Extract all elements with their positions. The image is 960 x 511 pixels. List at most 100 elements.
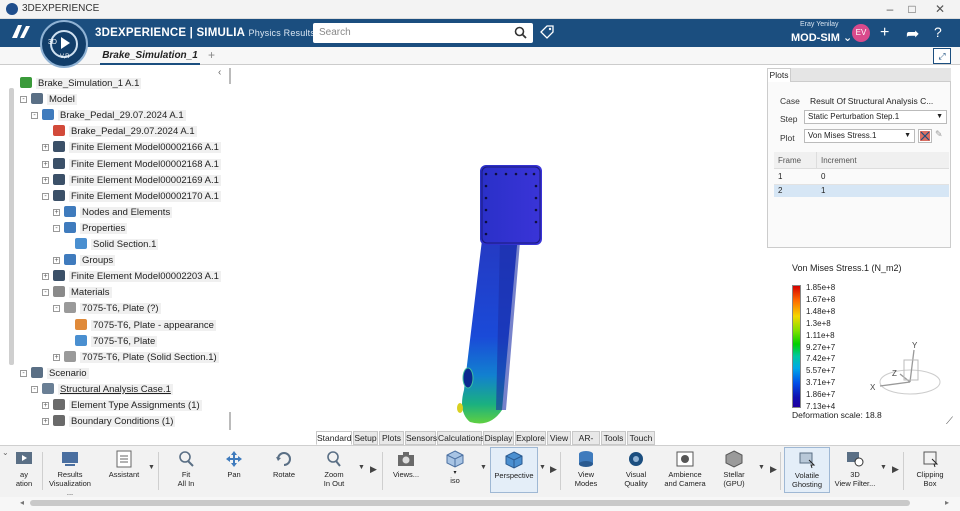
expand-node-icon[interactable]: + bbox=[42, 418, 49, 426]
expand-node-icon[interactable]: + bbox=[53, 257, 60, 265]
zoom-dropdown-icon[interactable]: ▼ bbox=[358, 464, 365, 471]
add-icon[interactable]: + bbox=[880, 24, 889, 42]
add-tab-button[interactable]: + bbox=[208, 48, 215, 62]
tab-sensors[interactable]: Sensors bbox=[405, 431, 437, 445]
plot-options-icon[interactable] bbox=[918, 129, 932, 143]
tab-standard[interactable]: Standard bbox=[316, 431, 352, 445]
tree-item[interactable]: 7075-T6, Plate (Solid Section.1) bbox=[64, 350, 219, 365]
collapse-node-icon[interactable]: - bbox=[31, 112, 38, 120]
pin-icon[interactable]: ⟋ bbox=[946, 416, 953, 427]
column-frame[interactable]: Frame bbox=[778, 156, 801, 165]
expand-icon[interactable]: ⤢ bbox=[933, 48, 951, 64]
share-icon[interactable]: ➦ bbox=[906, 24, 919, 44]
expand-node-icon[interactable]: + bbox=[42, 160, 49, 168]
tab-touch[interactable]: Touch bbox=[627, 431, 655, 445]
tab-view[interactable]: View bbox=[547, 431, 571, 445]
tree-item[interactable]: Boundary Conditions (1) bbox=[53, 414, 176, 429]
rotate-button[interactable]: Rotate bbox=[264, 447, 304, 493]
expand-group-icon[interactable]: ▶ bbox=[892, 464, 899, 475]
compass-widget[interactable]: 3D V,R bbox=[40, 20, 88, 68]
tree-item[interactable]: Solid Section.1 bbox=[75, 237, 159, 252]
table-row-selected[interactable]: 2 1 bbox=[774, 184, 949, 197]
toolbar-scrollbar-thumb[interactable] bbox=[30, 500, 910, 506]
tree-item[interactable]: Brake_Simulation_1 A.1 bbox=[20, 76, 142, 91]
view-modes-button[interactable]: View Modes bbox=[566, 447, 606, 493]
collapse-node-icon[interactable]: - bbox=[31, 385, 38, 393]
tree-item[interactable]: Model bbox=[31, 92, 77, 107]
iso-dropdown-arrow-icon[interactable]: ▼ bbox=[480, 464, 487, 471]
maximize-button[interactable]: □ bbox=[898, 1, 926, 18]
collapse-node-icon[interactable]: - bbox=[20, 96, 27, 104]
column-increment[interactable]: Increment bbox=[821, 156, 857, 165]
clipping-box-button[interactable]: Clipping Box bbox=[910, 447, 950, 493]
expand-node-icon[interactable]: + bbox=[53, 208, 60, 216]
tab-plots[interactable]: Plots bbox=[767, 68, 791, 82]
avatar[interactable]: EV bbox=[852, 24, 870, 42]
ambience-camera-button[interactable]: Ambience and Camera bbox=[662, 447, 708, 493]
fit-all-in-button[interactable]: Fit All In bbox=[166, 447, 206, 493]
tab-ar-vr[interactable]: AR-VR bbox=[572, 431, 600, 456]
assistant-dropdown-icon[interactable]: ▼ bbox=[148, 464, 155, 471]
tree-item[interactable]: Structural Analysis Case.1 bbox=[42, 382, 173, 397]
views-button[interactable]: Views... bbox=[388, 447, 424, 493]
collapse-node-icon[interactable]: - bbox=[53, 305, 60, 313]
stellar-gpu-button[interactable]: Stellar (GPU) bbox=[714, 447, 754, 493]
expand-node-icon[interactable]: + bbox=[42, 144, 49, 152]
scroll-right-icon[interactable]: ▸ bbox=[945, 498, 949, 507]
collapse-node-icon[interactable]: - bbox=[20, 369, 27, 377]
tree-item[interactable]: Groups bbox=[64, 253, 116, 268]
tree-item[interactable]: 7075-T6, Plate - appearance bbox=[75, 318, 216, 333]
edit-plot-icon[interactable]: ✎ bbox=[935, 129, 948, 143]
tree-item[interactable]: 7075-T6, Plate bbox=[75, 334, 158, 349]
tree-item[interactable]: Finite Element Model00002168 A.1 bbox=[53, 157, 221, 172]
tree-item[interactable]: Nodes and Elements bbox=[64, 205, 173, 220]
expand-group-icon[interactable]: ▶ bbox=[770, 464, 777, 475]
collapse-node-icon[interactable]: - bbox=[53, 224, 60, 232]
visual-quality-button[interactable]: Visual Quality bbox=[616, 447, 656, 493]
tab-plots[interactable]: Plots bbox=[379, 431, 404, 445]
expand-group-icon[interactable]: ▶ bbox=[370, 464, 377, 475]
play-simulation-button[interactable]: ay ation bbox=[10, 447, 38, 493]
tree-item[interactable]: Brake_Pedal_29.07.2024 A.1 bbox=[53, 124, 197, 139]
toolbar-collapse-icon[interactable]: ⌄ bbox=[2, 448, 9, 457]
tree-item[interactable]: Brake_Pedal_29.07.2024 A.1 bbox=[42, 108, 186, 123]
tab-explore[interactable]: Explore bbox=[515, 431, 546, 445]
step-select[interactable]: Static Perturbation Step.1 ▼ bbox=[804, 110, 947, 124]
expand-node-icon[interactable]: + bbox=[42, 176, 49, 184]
pan-button[interactable]: Pan bbox=[216, 447, 252, 493]
iso-view-button[interactable]: ▾ iso bbox=[438, 447, 472, 493]
tag-icon[interactable] bbox=[540, 25, 554, 42]
filter-dropdown-icon[interactable]: ▼ bbox=[880, 464, 887, 471]
tab-display[interactable]: Display bbox=[483, 431, 514, 445]
tree-item[interactable]: 7075-T6, Plate (?) bbox=[64, 301, 161, 316]
perspective-dropdown-icon[interactable]: ▼ bbox=[539, 464, 546, 471]
tree-item[interactable]: Properties bbox=[64, 221, 128, 236]
close-button[interactable]: ✕ bbox=[926, 1, 954, 18]
collab-space-dropdown[interactable]: MOD-SIM ⌄ bbox=[791, 31, 852, 44]
tree-item[interactable]: Finite Element Model00002170 A.1 bbox=[53, 189, 221, 204]
expand-node-icon[interactable]: + bbox=[42, 273, 49, 281]
search-input[interactable]: Search bbox=[313, 23, 533, 43]
perspective-button[interactable]: Perspective bbox=[490, 447, 538, 493]
expand-node-icon[interactable]: + bbox=[53, 353, 60, 361]
stellar-dropdown-icon[interactable]: ▼ bbox=[758, 464, 765, 471]
ds-logo-icon[interactable] bbox=[10, 23, 32, 45]
tree-item[interactable]: Finite Element Model00002166 A.1 bbox=[53, 140, 221, 155]
tree-item[interactable]: Finite Element Model00002203 A.1 bbox=[53, 269, 221, 284]
axis-triad[interactable]: Y X Z bbox=[868, 340, 948, 403]
tree-item[interactable]: Element Type Assignments (1) bbox=[53, 398, 202, 413]
expand-node-icon[interactable]: + bbox=[42, 402, 49, 409]
help-icon[interactable]: ? bbox=[934, 24, 942, 40]
brake-pedal-model[interactable] bbox=[430, 160, 570, 430]
volatile-ghosting-button[interactable]: Volatile Ghosting bbox=[784, 447, 830, 493]
results-visualization-button[interactable]: Results Visualization ... bbox=[46, 447, 94, 497]
scroll-left-icon[interactable]: ◂ bbox=[20, 498, 24, 507]
search-icon[interactable] bbox=[514, 26, 527, 42]
compass-play-icon[interactable] bbox=[61, 37, 70, 49]
tree-item[interactable]: Finite Element Model00002169 A.1 bbox=[53, 173, 221, 188]
table-row[interactable]: 1 0 bbox=[774, 171, 949, 184]
zoom-in-out-button[interactable]: Zoom In Out bbox=[314, 447, 354, 493]
3d-view-filter-button[interactable]: 3D View Filter... bbox=[832, 447, 878, 493]
assistant-button[interactable]: Assistant bbox=[102, 447, 146, 493]
collapse-node-icon[interactable]: - bbox=[42, 289, 49, 297]
